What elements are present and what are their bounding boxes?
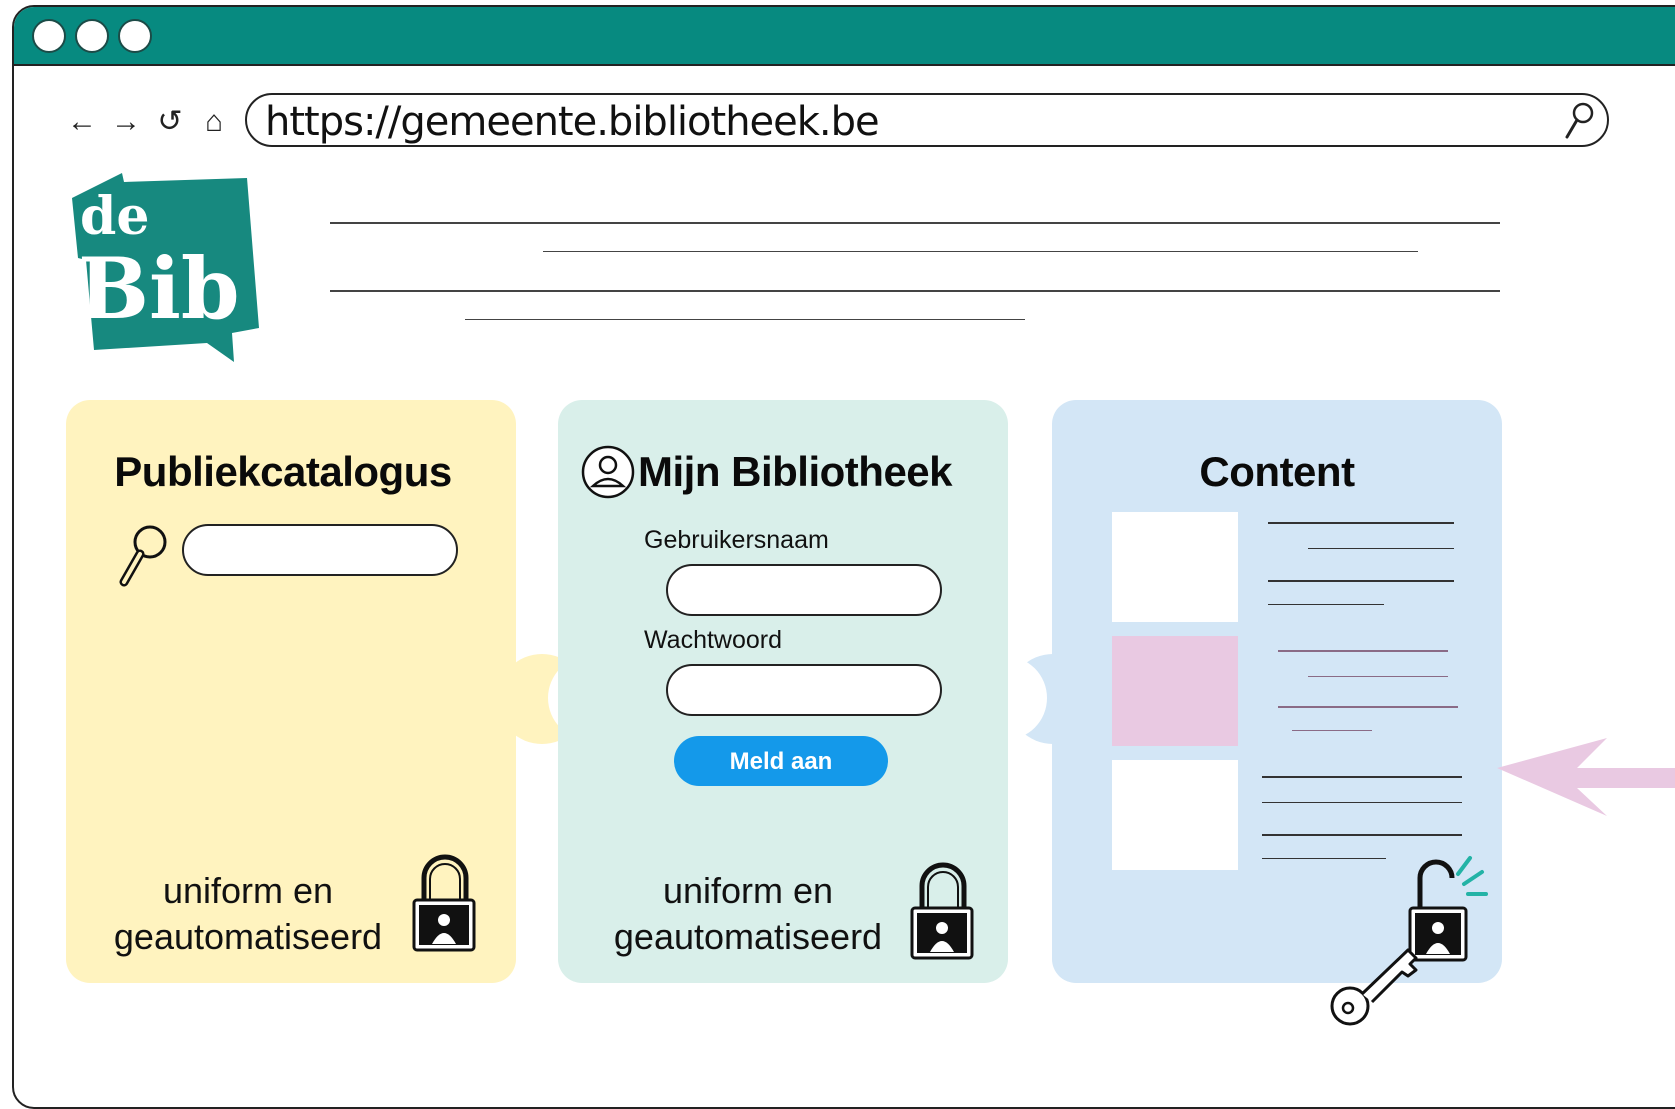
key-icon <box>1328 940 1428 1035</box>
panel-caption: uniform en geautomatiseerd <box>598 868 898 960</box>
header-placeholder-line <box>543 251 1418 252</box>
panel-title: Content <box>1199 448 1355 495</box>
content-thumbnail[interactable] <box>1112 760 1238 870</box>
reload-icon[interactable]: ↺ <box>154 102 186 142</box>
caption-line: geautomatiseerd <box>613 916 883 957</box>
de-bib-logo: de Bib <box>64 170 284 375</box>
search-icon[interactable] <box>1561 101 1595 146</box>
content-text-line <box>1268 604 1384 605</box>
content-text-line <box>1268 522 1454 524</box>
window-dot-2[interactable] <box>75 19 109 53</box>
header-placeholder-line <box>465 319 1025 320</box>
forward-arrow-icon[interactable]: → <box>110 102 142 142</box>
content-text-line <box>1262 858 1386 859</box>
content-text-line <box>1308 676 1448 677</box>
login-button[interactable]: Meld aan <box>674 736 888 786</box>
window-dot-3[interactable] <box>118 19 152 53</box>
title-bar <box>14 7 1675 66</box>
content-text-line <box>1278 650 1448 652</box>
username-label: Gebruikersnaam <box>644 526 829 554</box>
magnifier-icon <box>112 520 172 595</box>
address-bar[interactable]: https://gemeente.bibliotheek.be <box>245 93 1609 147</box>
content-thumbnail[interactable] <box>1112 636 1238 746</box>
arrow-pointer-icon <box>1497 738 1675 823</box>
caption-line: uniform en <box>662 870 834 911</box>
content-text-line <box>1262 802 1462 803</box>
panel-publiekcatalogus: Publiekcatalogus uniform en geautomatise… <box>66 400 516 983</box>
password-label: Wachtwoord <box>644 626 783 654</box>
navigation-controls: ← → ↺ ⌂ <box>66 102 230 142</box>
user-icon <box>580 444 636 505</box>
username-input[interactable] <box>666 564 942 616</box>
content-text-line <box>1278 706 1458 708</box>
catalog-search-input[interactable] <box>182 524 458 576</box>
content-text-line <box>1262 834 1462 836</box>
logo-text-bib: Bib <box>78 239 240 338</box>
content-text-line <box>1268 580 1454 582</box>
caption-line: uniform en <box>162 870 334 911</box>
panel-content: Content <box>1052 400 1502 983</box>
panel-title: Publiekcatalogus <box>114 448 452 495</box>
logo-text-de: de <box>80 186 149 247</box>
back-arrow-icon[interactable]: ← <box>66 102 98 142</box>
password-input[interactable] <box>666 664 942 716</box>
header-placeholder-line <box>330 222 1500 224</box>
panel-mijn-bibliotheek: Mijn Bibliotheek Gebruikersnaam Wachtwoo… <box>558 400 1008 983</box>
url-text[interactable]: https://gemeente.bibliotheek.be <box>265 99 880 145</box>
caption-line: geautomatiseerd <box>113 916 383 957</box>
header-placeholder-line <box>330 290 1500 292</box>
content-text-line <box>1308 548 1454 549</box>
locked-padlock-icon <box>410 852 480 961</box>
locked-padlock-icon <box>908 860 978 969</box>
home-icon[interactable]: ⌂ <box>198 102 230 142</box>
window-dot-1[interactable] <box>32 19 66 53</box>
panel-caption: uniform en geautomatiseerd <box>98 868 398 960</box>
panel-title: Mijn Bibliotheek <box>638 448 953 495</box>
content-text-line <box>1262 776 1462 778</box>
content-thumbnail[interactable] <box>1112 512 1238 622</box>
content-text-line <box>1292 730 1372 731</box>
